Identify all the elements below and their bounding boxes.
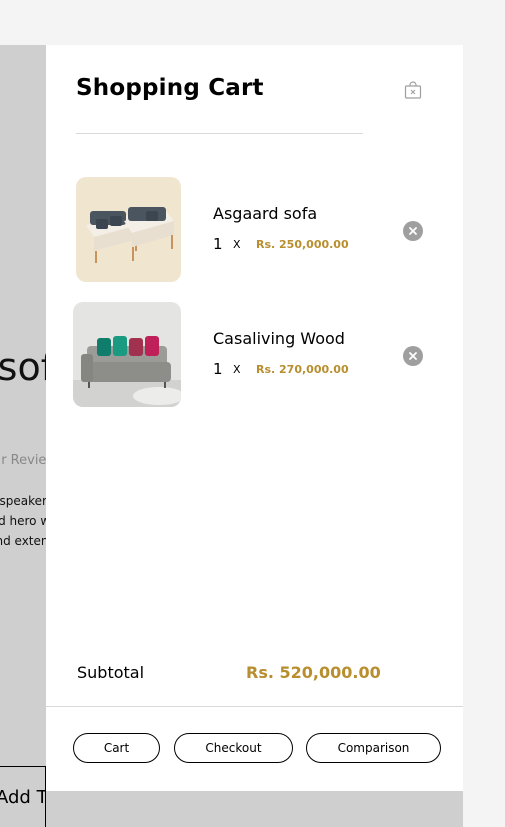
cart-item: Asgaard sofa 1 X Rs. 250,000.00: [46, 177, 463, 282]
remove-item-button[interactable]: [403, 221, 423, 241]
remove-circle-icon: [409, 227, 417, 235]
add-to-cart-button[interactable]: Add To Cart: [0, 766, 46, 827]
footer-divider: [46, 706, 463, 707]
item-price: Rs. 270,000.00: [256, 363, 349, 376]
item-name: Asgaard sofa: [213, 204, 318, 223]
comparison-button[interactable]: Comparison: [306, 733, 441, 763]
subtotal-value: Rs. 520,000.00: [246, 663, 381, 682]
header-divider: [76, 133, 363, 134]
subtotal-label: Subtotal: [77, 663, 145, 682]
remove-circle-icon: [409, 352, 417, 360]
product-reviews: 5 Customer Review: [1, 453, 46, 468]
item-image-casaliving-wood[interactable]: [73, 302, 181, 407]
shopping-cart-panel: Shopping Cart Asgaard sofa 1 X Rs. 250,0…: [46, 45, 463, 791]
item-multiply-sign: X: [233, 363, 241, 376]
product-title: Asgaard sofa: [0, 348, 46, 386]
checkout-button[interactable]: Checkout: [174, 733, 293, 763]
item-image-asgaard-sofa[interactable]: [76, 177, 181, 282]
item-price: Rs. 250,000.00: [256, 238, 349, 251]
remove-item-button[interactable]: [403, 346, 423, 366]
item-multiply-sign: X: [233, 238, 241, 251]
cart-button[interactable]: Cart: [73, 733, 160, 763]
product-description: Setting the bar as one of the loudest sp…: [0, 494, 46, 548]
item-quantity: 1: [213, 235, 223, 253]
item-name: Casaliving Wood: [213, 329, 345, 348]
cart-item: Casaliving Wood 1 X Rs. 270,000.00: [46, 302, 463, 407]
bag-close-icon[interactable]: [404, 81, 422, 99]
item-quantity: 1: [213, 360, 223, 378]
cart-title: Shopping Cart: [76, 75, 264, 101]
